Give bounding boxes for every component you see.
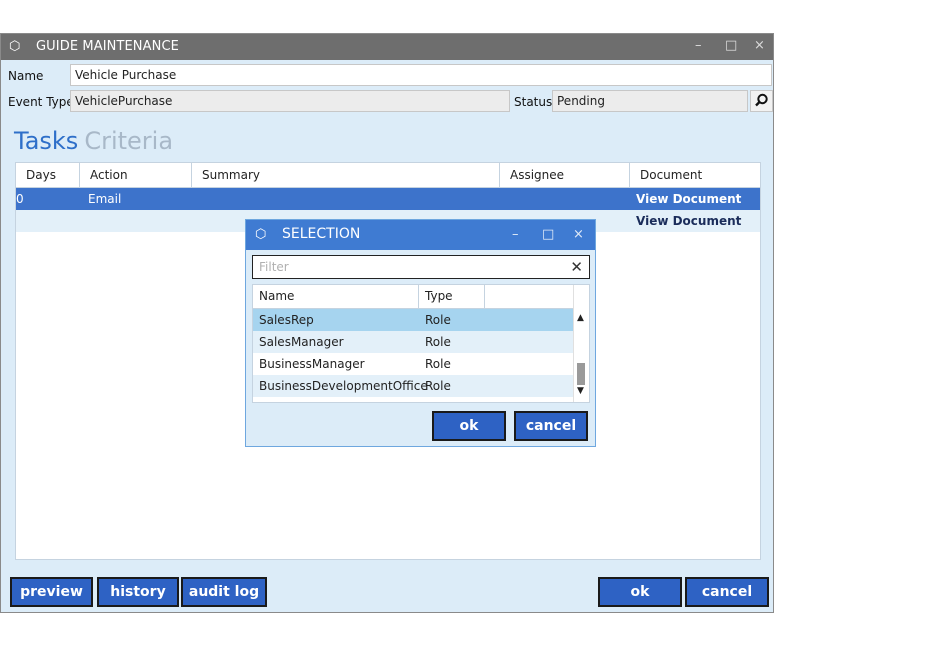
view-document-link[interactable]: View Document [636, 188, 741, 210]
selection-grid-header: Name Type [253, 285, 575, 309]
close-icon[interactable]: ✕ [570, 258, 583, 276]
history-button[interactable]: history [97, 577, 179, 607]
item-type: Role [425, 335, 451, 349]
cube-icon: ⬡ [9, 39, 21, 54]
col-document[interactable]: Document [630, 163, 760, 187]
col-name[interactable]: Name [253, 285, 419, 308]
tab-strip: Tasks Criteria [14, 127, 173, 155]
minimize-button[interactable]: – [695, 38, 702, 53]
dialog-cancel-button[interactable]: cancel [514, 411, 588, 441]
search-button[interactable] [750, 90, 773, 112]
item-name: SalesManager [259, 335, 344, 349]
audit-log-button[interactable]: audit log [181, 577, 267, 607]
dialog-maximize-button[interactable]: □ [542, 227, 554, 242]
item-type: Role [425, 357, 451, 371]
tab-tasks[interactable]: Tasks [14, 127, 78, 155]
preview-button[interactable]: preview [10, 577, 93, 607]
col-summary[interactable]: Summary [192, 163, 500, 187]
item-type: Role [425, 313, 451, 327]
name-field[interactable]: Vehicle Purchase [70, 64, 772, 86]
col-days[interactable]: Days [16, 163, 80, 187]
list-item[interactable]: SalesManager Role [253, 331, 575, 353]
table-row[interactable]: 0 Email View Document [16, 188, 760, 210]
dialog-title: SELECTION [282, 226, 361, 242]
dialog-ok-button[interactable]: ok [432, 411, 506, 441]
col-extra [485, 285, 575, 308]
scroll-thumb[interactable] [577, 363, 585, 385]
maximize-button[interactable]: □ [725, 38, 737, 53]
view-document-link[interactable]: View Document [636, 210, 741, 232]
col-type[interactable]: Type [419, 285, 485, 308]
item-name: SalesRep [259, 313, 314, 327]
ok-button[interactable]: ok [598, 577, 682, 607]
cell-action: Email [88, 192, 122, 206]
list-item[interactable]: SalesRep Role [253, 309, 575, 331]
col-assignee[interactable]: Assignee [500, 163, 630, 187]
dialog-title-bar[interactable]: ⬡ SELECTION – □ × [246, 220, 595, 250]
tasks-grid-header: Days Action Summary Assignee Document [16, 163, 760, 188]
magnifier-icon [755, 93, 768, 107]
item-name: BusinessManager [259, 357, 365, 371]
dialog-close-button[interactable]: × [573, 227, 584, 242]
event-type-label: Event Type [8, 95, 74, 109]
item-type: Role [425, 379, 451, 393]
vertical-scrollbar[interactable]: ▲ ▼ [573, 285, 589, 402]
scroll-down-arrow-icon[interactable]: ▼ [577, 386, 584, 396]
cube-icon: ⬡ [255, 227, 267, 242]
tab-criteria[interactable]: Criteria [84, 127, 173, 155]
close-button[interactable]: × [754, 38, 765, 53]
list-item[interactable]: BusinessDevelopmentOffice Role [253, 375, 575, 397]
status-label: Status [514, 95, 553, 109]
cell-days: 0 [16, 192, 24, 206]
selection-dialog: ⬡ SELECTION – □ × ✕ Name Type SalesRep R… [245, 219, 596, 447]
window-title: GUIDE MAINTENANCE [36, 39, 179, 54]
name-label: Name [8, 69, 44, 83]
dialog-minimize-button[interactable]: – [512, 227, 519, 242]
scroll-up-arrow-icon[interactable]: ▲ [577, 313, 584, 323]
status-field: Pending [552, 90, 748, 112]
list-item[interactable]: BusinessManager Role [253, 353, 575, 375]
col-action[interactable]: Action [80, 163, 192, 187]
item-name: BusinessDevelopmentOffice [259, 379, 428, 393]
title-bar[interactable]: ⬡ GUIDE MAINTENANCE – □ × [1, 34, 773, 60]
event-type-field: VehiclePurchase [70, 90, 510, 112]
filter-input[interactable] [253, 256, 565, 278]
filter-box: ✕ [252, 255, 590, 279]
cancel-button[interactable]: cancel [685, 577, 769, 607]
selection-grid: Name Type SalesRep Role SalesManager Rol… [252, 284, 590, 403]
